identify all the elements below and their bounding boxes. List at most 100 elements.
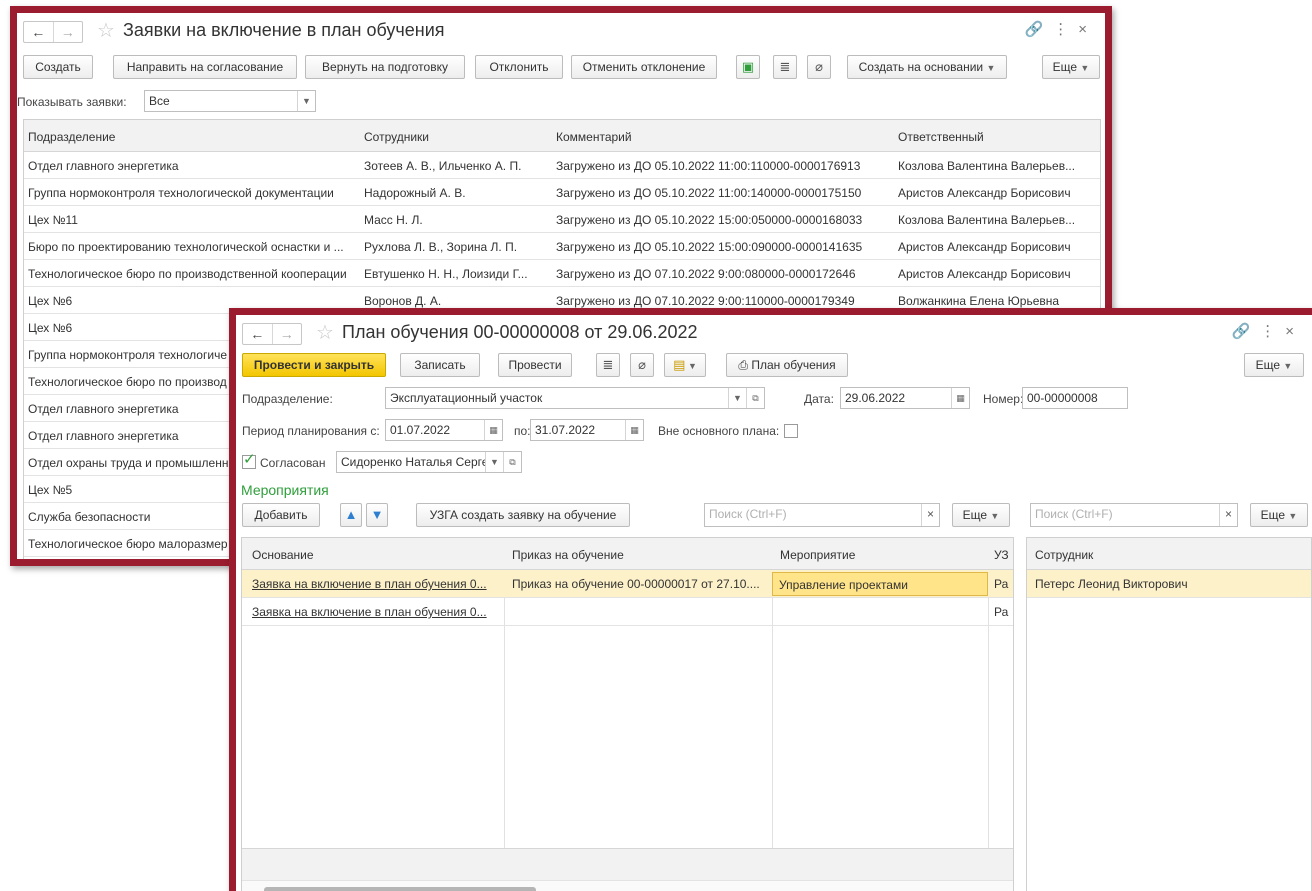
- open-icon[interactable]: ⧉: [503, 452, 521, 472]
- attachment-icon[interactable]: ⌀: [807, 55, 831, 79]
- close-icon[interactable]: ×: [1078, 21, 1097, 38]
- date-field[interactable]: 29.06.2022 ▦: [840, 387, 970, 409]
- events-more-button[interactable]: Еще ▼: [952, 503, 1010, 527]
- header-basis[interactable]: Основание: [252, 548, 500, 562]
- open-icon[interactable]: ⧉: [746, 388, 764, 408]
- header-event[interactable]: Мероприятие: [780, 548, 984, 562]
- events-more-label: Еще: [962, 508, 988, 522]
- header-department[interactable]: Подразделение: [28, 130, 358, 144]
- scrollbar-thumb[interactable]: [264, 887, 536, 891]
- chevron-down-icon: ▼: [1288, 511, 1298, 521]
- calendar-icon[interactable]: ▦: [951, 388, 969, 408]
- table-row[interactable]: Бюро по проектированию технологической о…: [24, 233, 1100, 260]
- create-button[interactable]: Создать: [23, 55, 93, 79]
- table-row[interactable]: Заявка на включение в план обучения 0...…: [242, 598, 1013, 626]
- employees-search-placeholder: Поиск (Ctrl+F): [1035, 507, 1113, 521]
- post-and-close-button[interactable]: Провести и закрыть: [242, 353, 386, 377]
- more-button[interactable]: Еще ▼: [1042, 55, 1100, 79]
- export-excel-icon[interactable]: ▣: [736, 55, 760, 79]
- title-bar: ← → ☆ Заявки на включение в план обучени…: [17, 13, 1105, 47]
- header-uz[interactable]: УЗ: [994, 548, 1013, 562]
- header-employees[interactable]: Сотрудники: [364, 130, 544, 144]
- responsible-cell: Козлова Валентина Валерьев...: [898, 159, 1076, 173]
- favorite-star-icon[interactable]: ☆: [316, 320, 334, 345]
- filter-value: Все: [149, 94, 170, 108]
- save-button[interactable]: Записать: [400, 353, 480, 377]
- chevron-down-icon[interactable]: ▼: [728, 388, 746, 408]
- print-plan-button[interactable]: ⎙ План обучения: [726, 353, 848, 377]
- more-button[interactable]: Еще ▼: [1244, 353, 1304, 377]
- chevron-down-icon: ▼: [990, 511, 1000, 521]
- uz-cell: Ра: [994, 577, 1009, 591]
- cancel-reject-button[interactable]: Отменить отклонение: [571, 55, 717, 79]
- employees-more-button[interactable]: Еще ▼: [1250, 503, 1308, 527]
- period-from-value: 01.07.2022: [390, 423, 451, 437]
- report-list-icon[interactable]: ≣: [773, 55, 797, 79]
- post-button[interactable]: Провести: [498, 353, 572, 377]
- more-menu-icon[interactable]: ⋮: [1053, 21, 1078, 38]
- filter-select[interactable]: Все ▼: [144, 90, 316, 112]
- comment-cell: Загружено из ДО 05.10.2022 11:00:110000-…: [556, 159, 861, 173]
- horizontal-scrollbar[interactable]: [242, 880, 1013, 891]
- move-down-icon[interactable]: ▼: [366, 503, 388, 527]
- window-title: План обучения 00-00000008 от 29.06.2022: [342, 322, 698, 342]
- forward-arrow-icon[interactable]: →: [52, 22, 83, 42]
- department-cell: Отдел главного энергетика: [28, 159, 179, 173]
- close-icon[interactable]: ×: [1285, 323, 1304, 340]
- clear-icon[interactable]: ×: [1219, 504, 1237, 526]
- table-row[interactable]: Технологическое бюро по производственной…: [24, 260, 1100, 287]
- return-to-preparation-button[interactable]: Вернуть на подготовку: [305, 55, 465, 79]
- chevron-down-icon: ▼: [986, 63, 996, 73]
- basis-link[interactable]: Заявка на включение в план обучения 0...: [252, 577, 498, 591]
- events-table-footer: [242, 848, 1013, 880]
- filter-label: Показывать заявки:: [17, 95, 127, 109]
- chevron-down-icon[interactable]: ▼: [485, 452, 503, 472]
- calendar-icon[interactable]: ▦: [625, 420, 643, 440]
- back-arrow-icon[interactable]: ←: [243, 324, 272, 344]
- table-row[interactable]: Группа нормоконтроля технологической док…: [24, 179, 1100, 206]
- table-row[interactable]: Заявка на включение в план обучения 0...…: [242, 570, 1013, 598]
- department-value: Эксплуатационный участок: [390, 391, 543, 405]
- period-to-field[interactable]: 31.07.2022 ▦: [530, 419, 644, 441]
- chevron-down-icon[interactable]: ▼: [297, 91, 315, 111]
- header-comment[interactable]: Комментарий: [556, 130, 876, 144]
- employees-search-input[interactable]: Поиск (Ctrl+F) ×: [1030, 503, 1238, 527]
- attachment-icon[interactable]: ⌀: [630, 353, 654, 377]
- list-item[interactable]: Петерс Леонид Викторович: [1027, 570, 1311, 598]
- header-training-order[interactable]: Приказ на обучение: [512, 548, 768, 562]
- link-icon[interactable]: 🔗: [1232, 323, 1261, 340]
- header-employee[interactable]: Сотрудник: [1035, 548, 1305, 562]
- responsible-cell: Аристов Александр Борисович: [898, 240, 1071, 254]
- events-table-header: Основание Приказ на обучение Мероприятие…: [242, 538, 1013, 570]
- outside-plan-label: Вне основного плана:: [658, 424, 780, 438]
- responsible-cell: Аристов Александр Борисович: [898, 267, 1071, 281]
- department-field[interactable]: Эксплуатационный участок ▼ ⧉: [385, 387, 765, 409]
- calendar-icon[interactable]: ▦: [484, 420, 502, 440]
- approved-by-field[interactable]: Сидоренко Наталья Серге ▼ ⧉: [336, 451, 522, 473]
- period-from-field[interactable]: 01.07.2022 ▦: [385, 419, 503, 441]
- send-for-approval-button[interactable]: Направить на согласование: [113, 55, 297, 79]
- event-cell[interactable]: Управление проектами: [772, 572, 988, 596]
- link-icon[interactable]: 🔗: [1025, 21, 1054, 38]
- more-menu-icon[interactable]: ⋮: [1260, 323, 1285, 340]
- favorite-star-icon[interactable]: ☆: [97, 18, 115, 43]
- create-training-request-button[interactable]: УЗГА создать заявку на обучение: [416, 503, 630, 527]
- clear-icon[interactable]: ×: [921, 504, 939, 526]
- document-create-icon[interactable]: ▤ ▼: [664, 353, 706, 377]
- create-based-on-label: Создать на основании: [858, 60, 984, 74]
- header-responsible[interactable]: Ответственный: [898, 130, 1098, 144]
- move-up-icon[interactable]: ▲: [340, 503, 362, 527]
- report-list-icon[interactable]: ≣: [596, 353, 620, 377]
- reject-button[interactable]: Отклонить: [475, 55, 563, 79]
- add-button[interactable]: Добавить: [242, 503, 320, 527]
- create-based-on-button[interactable]: Создать на основании ▼: [847, 55, 1007, 79]
- responsible-cell: Козлова Валентина Валерьев...: [898, 213, 1076, 227]
- events-search-input[interactable]: Поиск (Ctrl+F) ×: [704, 503, 940, 527]
- table-row[interactable]: Цех №11 Масс Н. Л. Загружено из ДО 05.10.2…: [24, 206, 1100, 233]
- back-arrow-icon[interactable]: ←: [24, 22, 53, 42]
- forward-arrow-icon[interactable]: →: [271, 324, 302, 344]
- basis-link[interactable]: Заявка на включение в план обучения 0...: [252, 605, 498, 619]
- table-row[interactable]: Отдел главного энергетика Зотеев А. В., И…: [24, 152, 1100, 179]
- outside-plan-checkbox[interactable]: [784, 424, 798, 438]
- number-field[interactable]: 00-00000008: [1022, 387, 1128, 409]
